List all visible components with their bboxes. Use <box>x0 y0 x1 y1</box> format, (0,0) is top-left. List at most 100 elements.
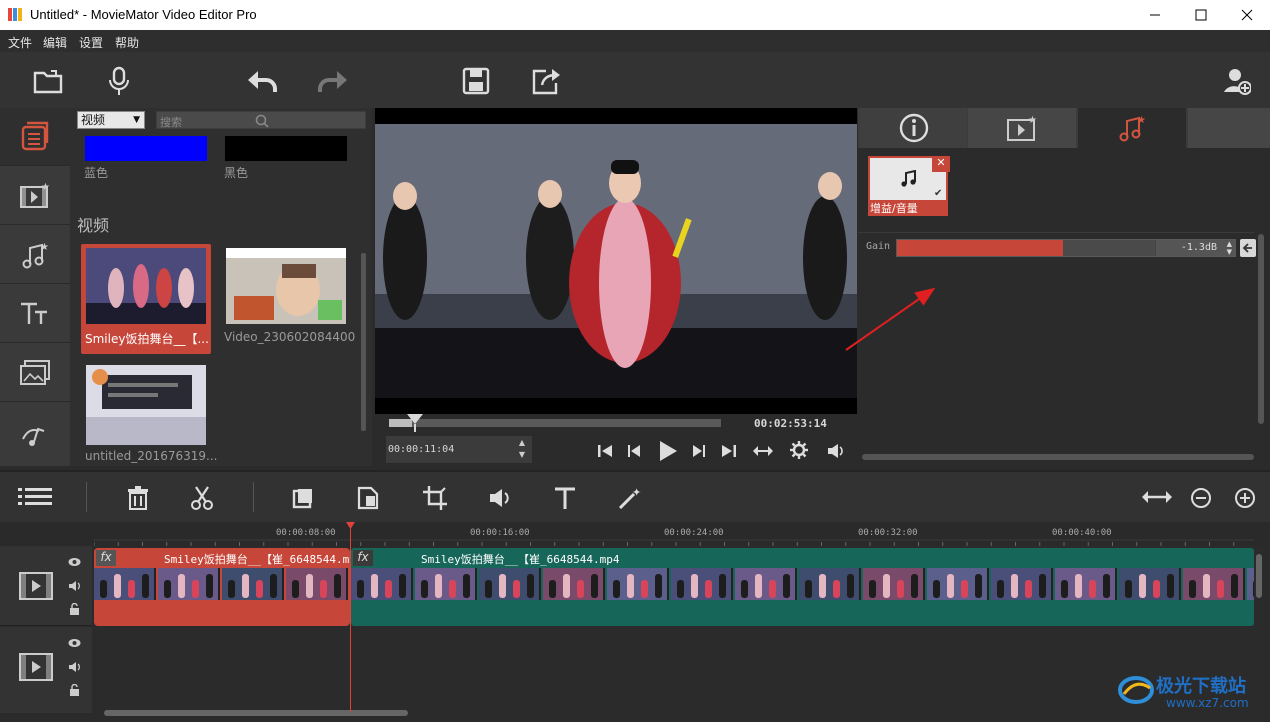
export-icon[interactable] <box>530 64 564 98</box>
maximize-button[interactable] <box>1178 0 1224 30</box>
library-clip-3[interactable]: untitled_201676319... <box>81 363 217 463</box>
zoom-in-icon[interactable] <box>1234 487 1256 509</box>
mute-icon[interactable] <box>68 580 81 592</box>
filter-enabled-check-icon[interactable]: ✔ <box>934 188 948 200</box>
paste-icon[interactable] <box>357 486 379 510</box>
filmstrip-figure <box>256 580 263 598</box>
play-icon[interactable] <box>657 439 679 463</box>
timecode-input[interactable]: 00:00:11:04 ▲ ▼ <box>385 435 533 464</box>
overlay-tab[interactable] <box>0 344 70 402</box>
timeline-vertical-scrollbar[interactable] <box>1256 554 1262 598</box>
filmstrip-figure <box>485 580 492 598</box>
film-star-icon: ★ <box>1007 115 1037 141</box>
menu-bar: 文件 编辑 设置 帮助 <box>0 30 1270 52</box>
redo-icon[interactable] <box>316 64 350 98</box>
volume-icon[interactable] <box>827 443 845 459</box>
filmstrip-figure <box>1025 580 1032 598</box>
filmstrip-figure <box>334 574 341 598</box>
zoom-out-icon[interactable] <box>1190 487 1212 509</box>
filmstrip-frame <box>415 568 477 600</box>
microphone-icon[interactable] <box>102 64 136 98</box>
filmstrip-figure <box>1125 580 1132 598</box>
skip-start-icon[interactable] <box>597 443 613 459</box>
text-tab[interactable] <box>0 285 70 343</box>
gain-spin-icon[interactable]: ▲ ▼ <box>1227 240 1232 256</box>
fit-width-icon[interactable] <box>751 443 775 459</box>
text-tool-icon[interactable] <box>554 486 576 510</box>
timecode-up-icon[interactable]: ▲ <box>512 438 532 450</box>
color-swatch-black[interactable] <box>225 136 347 161</box>
menu-list-icon[interactable] <box>18 486 52 508</box>
undo-icon[interactable] <box>245 64 279 98</box>
search-input[interactable]: 搜索 <box>156 111 366 129</box>
app-logo-icon <box>8 8 22 21</box>
fx-badge[interactable]: fx <box>353 550 373 566</box>
timecode-down-icon[interactable]: ▼ <box>512 450 532 462</box>
menu-edit[interactable]: 编辑 <box>43 34 67 51</box>
audio-effects-tab[interactable]: ★ <box>0 226 70 284</box>
settings-gear-icon[interactable] <box>790 441 808 459</box>
prev-frame-icon[interactable] <box>627 443 643 459</box>
lock-icon[interactable] <box>69 684 80 696</box>
eye-icon[interactable] <box>68 557 81 567</box>
filmstrip-figure <box>961 580 968 598</box>
reset-button[interactable] <box>1240 239 1256 257</box>
playhead-handle[interactable] <box>346 522 355 529</box>
magic-wand-icon[interactable]: ✦ <box>618 486 642 510</box>
timeline-horizontal-scrollbar[interactable] <box>104 710 408 716</box>
cut-scissors-icon[interactable] <box>190 486 214 510</box>
filmstrip-figure <box>1217 580 1224 598</box>
timeline-clip-1[interactable]: fx Smiley饭拍舞台__【崔_6648544.mp4 <box>94 548 350 626</box>
save-icon[interactable] <box>459 64 493 98</box>
library-clip-2[interactable]: Video_230602084400 <box>224 244 355 354</box>
timeline-ruler[interactable]: 00:00:08:00 00:00:16:00 00:00:24:00 00:0… <box>0 522 1270 546</box>
filmstrip-figure <box>164 580 171 598</box>
tab-video-filters[interactable]: ★ <box>968 108 1076 148</box>
tab-info[interactable] <box>860 108 967 148</box>
ruler-label: 00:00:24:00 <box>664 528 724 538</box>
playhead[interactable] <box>350 522 351 712</box>
close-button[interactable] <box>1224 0 1270 30</box>
fx-badge[interactable]: fx <box>96 550 116 566</box>
delete-icon[interactable] <box>127 486 149 510</box>
crop-icon[interactable] <box>423 486 447 510</box>
lock-icon[interactable] <box>69 603 80 615</box>
divider <box>253 482 254 512</box>
menu-help[interactable]: 帮助 <box>115 34 139 51</box>
scrub-handle[interactable] <box>407 414 423 432</box>
library-clip-1[interactable]: Smiley饭拍舞台__【... <box>81 244 211 354</box>
menu-settings[interactable]: 设置 <box>79 34 103 51</box>
gain-value-box[interactable]: -1.3dB ▲ ▼ <box>1155 240 1235 256</box>
filter-card-gain[interactable]: ✕ ✔ 增益/音量 <box>868 156 950 216</box>
library-scrollbar[interactable] <box>361 253 366 431</box>
filmstrip-frame <box>222 568 284 600</box>
filmstrip-figure <box>357 580 364 598</box>
minimize-button[interactable] <box>1132 0 1178 30</box>
color-swatch-blue[interactable] <box>85 136 207 161</box>
copy-icon[interactable] <box>292 487 314 509</box>
ruler-label: 00:00:32:00 <box>858 528 918 538</box>
section-title: 视频 <box>77 216 110 235</box>
gain-slider[interactable]: -1.3dB ▲ ▼ <box>896 239 1236 257</box>
eye-icon[interactable] <box>68 638 81 648</box>
media-library-tab[interactable] <box>0 108 70 166</box>
filter-remove-icon[interactable]: ✕ <box>932 156 950 172</box>
transitions-tab[interactable] <box>0 405 70 463</box>
video-effects-tab[interactable]: ★ <box>0 167 70 225</box>
skip-end-icon[interactable] <box>721 443 737 459</box>
preview-progress-track[interactable] <box>389 419 721 427</box>
menu-file[interactable]: 文件 <box>8 34 32 51</box>
svg-text:★: ★ <box>1137 115 1146 126</box>
properties-vertical-scrollbar[interactable] <box>1258 234 1264 424</box>
open-folder-icon[interactable] <box>32 64 66 98</box>
filmstrip-frame <box>1119 568 1181 600</box>
timeline-clip-2[interactable]: fx Smiley饭拍舞台__【崔_6648544.mp4 <box>351 548 1254 626</box>
tab-audio-filters[interactable]: ★ <box>1078 108 1186 148</box>
category-select[interactable]: 视频 ▼ <box>77 111 145 129</box>
mute-icon[interactable] <box>68 661 81 673</box>
account-icon[interactable] <box>1220 64 1254 98</box>
next-frame-icon[interactable] <box>690 443 706 459</box>
properties-horizontal-scrollbar[interactable] <box>862 454 1254 460</box>
zoom-fit-icon[interactable] <box>1140 489 1174 505</box>
audio-volume-icon[interactable] <box>488 487 512 509</box>
